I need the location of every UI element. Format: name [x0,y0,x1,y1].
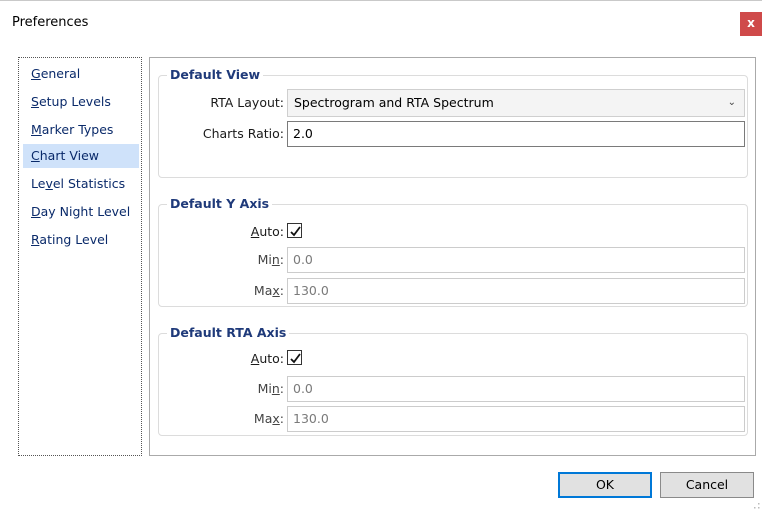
rta-auto-label: Auto: [250,351,284,366]
nav-item-label: Rating Level [31,232,109,247]
group-title: Default RTA Axis [167,325,290,340]
nav-item-setup-levels[interactable]: Setup Levels [23,90,139,114]
rta-min-label: Min: [257,381,284,396]
group-title: Default Y Axis [167,196,273,211]
rta-max-label: Max: [253,411,284,426]
close-button[interactable]: x [740,12,762,36]
nav-item-day-night-level[interactable]: Day Night Level [23,200,139,224]
resize-grip-icon[interactable] [754,503,760,509]
rta-auto-checkbox[interactable] [287,350,302,365]
charts-ratio-input[interactable]: 2.0 [287,121,745,147]
rta-auto-label-rest: uto: [259,351,284,366]
chevron-down-icon: ⌄ [727,97,736,108]
charts-ratio-label: Charts Ratio: [202,126,284,141]
nav-item-general[interactable]: General [23,62,139,86]
cancel-button[interactable]: Cancel [660,472,754,498]
nav-item-label: Marker Types [31,122,114,137]
nav-item-rating-level[interactable]: Rating Level [23,228,139,252]
nav-item-label: Chart View [31,148,99,163]
rta-layout-label: RTA Layout: [210,95,284,110]
checkmark-icon [290,353,301,364]
rta-layout-select[interactable]: Spectrogram and RTA Spectrum ⌄ [287,89,745,117]
window-title: Preferences [12,15,89,30]
nav-item-label: General [31,66,81,81]
nav-item-label: Setup Levels [31,94,111,109]
nav-item-marker-types[interactable]: Marker Types [23,118,139,142]
category-list[interactable]: General Setup Levels Marker Types Chart … [18,57,142,456]
y-auto-label-rest: uto: [259,224,284,239]
nav-item-level-statistics[interactable]: Level Statistics [23,172,139,196]
preferences-dialog: Preferences x General Setup Levels Marke… [0,0,762,513]
y-max-input[interactable]: 130.0 [287,278,745,304]
group-default-rta-axis: Default RTA Axis Auto: Min: 0.0 Max: 130… [158,325,748,436]
y-auto-checkbox[interactable] [287,223,302,238]
nav-item-label: Day Night Level [31,204,131,219]
y-auto-label: Auto: [250,224,284,239]
checkmark-icon [290,226,301,237]
settings-panel: Default View RTA Layout: Spectrogram and… [149,57,756,456]
window-top-border [0,0,762,1]
nav-item-label: Level Statistics [31,176,126,191]
rta-max-input[interactable]: 130.0 [287,406,745,432]
group-default-view: Default View RTA Layout: Spectrogram and… [158,67,748,178]
group-title: Default View [167,67,264,82]
y-min-label: Min: [257,252,284,267]
ok-button[interactable]: OK [558,472,652,498]
nav-item-chart-view[interactable]: Chart View [23,144,139,168]
rta-min-input[interactable]: 0.0 [287,376,745,402]
rta-layout-value: Spectrogram and RTA Spectrum [294,95,494,110]
y-min-input[interactable]: 0.0 [287,247,745,273]
y-max-label: Max: [253,283,284,298]
group-default-y-axis: Default Y Axis Auto: Min: 0.0 Max: 130.0 [158,196,748,307]
